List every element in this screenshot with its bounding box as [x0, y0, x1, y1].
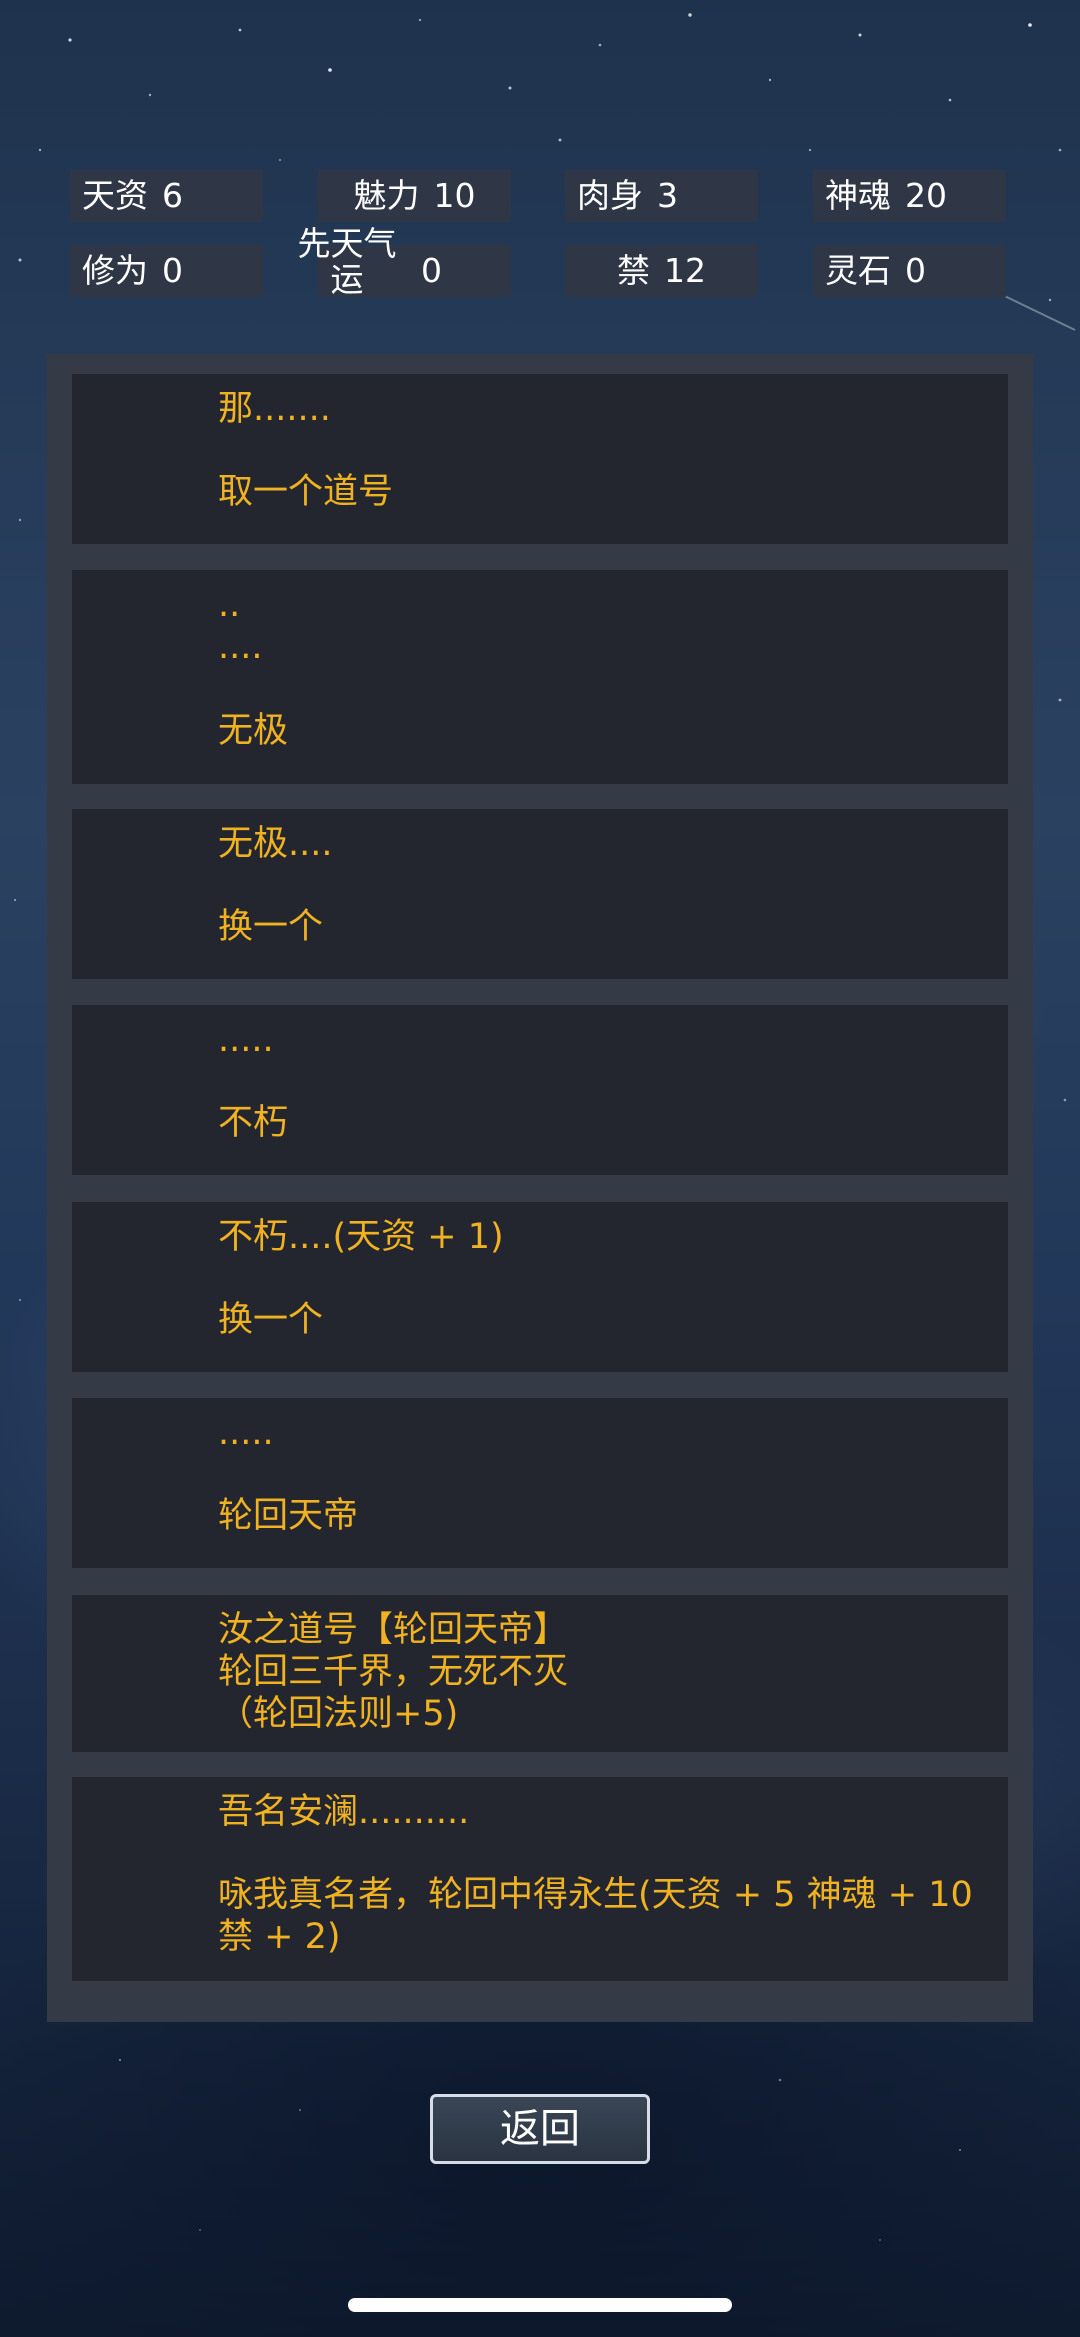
stat-spirit-stone-value: 0	[905, 251, 926, 290]
stat-cultivation-label: 修为	[82, 251, 148, 290]
dialog-entry: 汝之道号【轮回天帝】 轮回三千界，无死不灭 （轮回法则+5)	[72, 1595, 1008, 1752]
stat-forbidden-label: 禁	[617, 251, 650, 290]
dialog-entry: 无极.... 换一个	[72, 809, 1008, 979]
dialog-narration: .. ....	[218, 585, 263, 667]
dialog-result: 汝之道号【轮回天帝】 轮回三千界，无死不灭 （轮回法则+5)	[218, 1610, 569, 1734]
back-button[interactable]: 返回	[430, 2094, 650, 2164]
stat-talent: 天资 6	[70, 170, 263, 222]
dialog-choice: 取一个道号	[218, 472, 394, 512]
dialog-choice: 不朽	[218, 1103, 289, 1143]
home-indicator[interactable]	[348, 2298, 732, 2312]
dialog-choice: 咏我真名者，轮回中得永生(天资 + 5 神魂 + 10 禁 + 2)	[218, 1875, 973, 1957]
dialog-narration: 那.......	[218, 389, 331, 429]
dialog-narration: .....	[218, 1020, 274, 1060]
dialog-entry: .. .... 无极	[72, 570, 1008, 784]
stat-charm: 魅力 10	[318, 170, 511, 222]
stat-innate-luck-value: 0	[421, 251, 442, 290]
dialog-narration: 吾名安澜..........	[218, 1792, 470, 1832]
dialog-log-panel[interactable]: 那....... 取一个道号 .. .... 无极 无极.... 换一个 ...…	[47, 354, 1033, 2022]
dialog-entry: ..... 不朽	[72, 1005, 1008, 1175]
stat-soul-value: 20	[905, 176, 947, 215]
stat-innate-luck-label: 先天气 运	[297, 224, 397, 299]
dialog-entry: 那....... 取一个道号	[72, 374, 1008, 544]
stat-cultivation: 修为 0	[70, 245, 263, 297]
stat-soul-label: 神魂	[825, 176, 891, 215]
stat-charm-label: 魅力	[353, 176, 420, 215]
stat-charm-value: 10	[433, 176, 476, 215]
dialog-narration: 不朽....(天资 + 1)	[218, 1217, 504, 1257]
stat-body: 肉身 3	[565, 170, 758, 222]
stat-spirit-stone-label: 灵石	[825, 251, 891, 290]
dialog-entry: 不朽....(天资 + 1) 换一个	[72, 1202, 1008, 1372]
dialog-entry: 吾名安澜.......... 咏我真名者，轮回中得永生(天资 + 5 神魂 + …	[72, 1777, 1008, 1981]
dialog-choice: 换一个	[218, 1300, 324, 1340]
stat-cultivation-value: 0	[162, 251, 183, 290]
dialog-choice: 无极	[218, 711, 289, 751]
stat-soul: 神魂 20	[813, 170, 1006, 222]
dialog-narration: .....	[218, 1413, 274, 1453]
stat-spirit-stone: 灵石 0	[813, 245, 1006, 297]
stat-forbidden-value: 12	[664, 251, 706, 290]
stat-forbidden: 禁 12	[565, 245, 758, 297]
stat-talent-label: 天资	[82, 176, 148, 215]
dialog-narration: 无极....	[218, 824, 333, 864]
dialog-choice: 换一个	[218, 907, 324, 947]
dialog-choice: 轮回天帝	[218, 1496, 359, 1536]
stat-talent-value: 6	[162, 176, 183, 215]
dialog-entry: ..... 轮回天帝	[72, 1398, 1008, 1568]
stat-body-label: 肉身	[577, 176, 643, 215]
stat-body-value: 3	[657, 176, 678, 215]
